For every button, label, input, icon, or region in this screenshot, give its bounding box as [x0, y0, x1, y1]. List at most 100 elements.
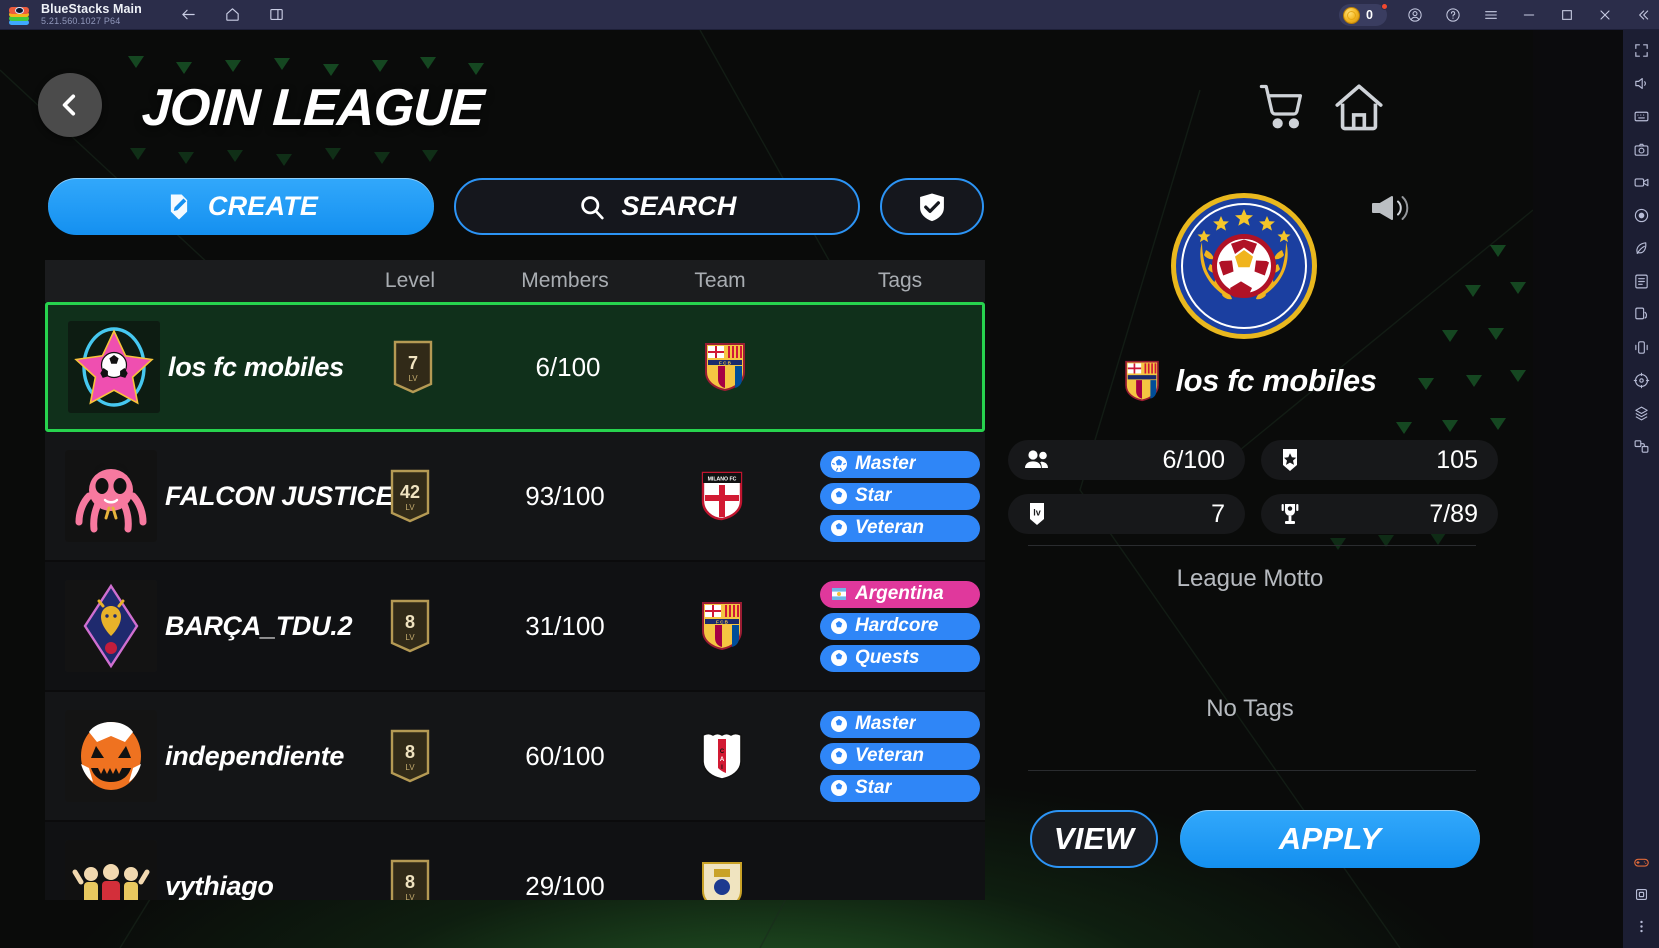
- table-row[interactable]: FALCON JUSTICE 42 LV 93/100 MILANO FC Ma…: [45, 432, 985, 562]
- more-icon[interactable]: [1631, 916, 1651, 936]
- table-row[interactable]: vythiago 8 LV 29/100: [45, 822, 985, 900]
- notification-dot: [1381, 3, 1388, 10]
- soccer-ball-icon: [830, 617, 848, 635]
- celebration-avatar: [65, 840, 157, 900]
- table-row[interactable]: independiente 8 LV 60/100 C A I Master V…: [45, 692, 985, 822]
- window-title-block: BlueStacks Main 5.21.560.1027 P64: [41, 2, 142, 27]
- level-badge: 8 LV: [390, 729, 430, 783]
- league-name: vythiago: [165, 870, 274, 901]
- soccer-ball-icon: [830, 779, 848, 797]
- column-header-tags: Tags: [877, 269, 923, 292]
- svg-text:8: 8: [405, 742, 415, 762]
- create-button[interactable]: CREATE: [48, 178, 434, 235]
- tag: Hardcore: [820, 612, 980, 640]
- column-header-members: Members: [521, 269, 609, 292]
- column-header-level: Level: [384, 269, 436, 292]
- bluestacks-logo-icon: [9, 5, 31, 25]
- back-icon[interactable]: [180, 6, 198, 24]
- coin-count: 0: [1366, 8, 1373, 22]
- svg-text:LV: LV: [405, 763, 415, 772]
- tag-label: Quests: [855, 647, 920, 668]
- macro-record-icon[interactable]: [1631, 205, 1651, 225]
- maximize-icon[interactable]: [1557, 5, 1577, 25]
- soccer-ball-icon: [830, 519, 848, 537]
- shopping-cart-icon[interactable]: [1256, 80, 1308, 132]
- column-header-team: Team: [694, 269, 746, 292]
- divider: [1028, 770, 1476, 771]
- tag-label: Argentina: [855, 583, 944, 604]
- bluestacks-window: BlueStacks Main 5.21.560.1027 P64 0 JOIN…: [0, 0, 1659, 948]
- league-rows[interactable]: los fc mobiles 7 LV 6/100 F C B FALCON J…: [45, 302, 985, 900]
- apply-button[interactable]: APPLY: [1180, 810, 1480, 868]
- stat-value: 7/89: [1429, 499, 1478, 528]
- eco-mode-icon[interactable]: [1631, 238, 1651, 258]
- multi-instance-manager-icon[interactable]: [1631, 403, 1651, 423]
- level-icon: lv: [1022, 500, 1052, 528]
- menu-icon[interactable]: [1481, 5, 1501, 25]
- cai-crest: C A I: [700, 731, 744, 781]
- video-record-icon[interactable]: [1631, 172, 1651, 192]
- member-count: 93/100: [525, 480, 605, 511]
- action-buttons: CREATE SEARCH: [48, 178, 984, 235]
- titlebar-controls: 0: [1339, 0, 1653, 30]
- close-icon[interactable]: [1595, 5, 1615, 25]
- rotate-icon[interactable]: [1631, 304, 1651, 324]
- soccer-ball-icon: [830, 747, 848, 765]
- milano-fc-crest: MILANO FC: [700, 471, 744, 521]
- fullscreen-icon[interactable]: [1631, 40, 1651, 60]
- svg-text:A: A: [720, 757, 725, 763]
- search-button[interactable]: SEARCH: [454, 178, 860, 235]
- table-row[interactable]: BARÇA_TDU.2 8 LV 31/100 F C B Argentina …: [45, 562, 985, 692]
- member-count: 60/100: [525, 740, 605, 771]
- multi-instance-icon[interactable]: [268, 6, 286, 24]
- league-list-panel: Level Members Team Tags los fc mobiles 7…: [45, 260, 985, 900]
- tag: Master: [820, 450, 980, 478]
- volume-icon[interactable]: [1631, 73, 1651, 93]
- sync-operations-icon[interactable]: [1631, 436, 1651, 456]
- svg-text:C: C: [720, 749, 725, 755]
- app-version: 5.21.560.1027 P64: [41, 15, 121, 26]
- shake-icon[interactable]: [1631, 337, 1651, 357]
- svg-text:MILANO FC: MILANO FC: [708, 477, 737, 483]
- help-icon[interactable]: [1443, 5, 1463, 25]
- home-button[interactable]: [1330, 78, 1388, 136]
- soccer-ball-icon: [830, 455, 848, 473]
- location-icon[interactable]: [1631, 370, 1651, 390]
- table-header: Level Members Team Tags: [45, 260, 985, 302]
- soccer-ball-icon: [830, 649, 848, 667]
- tag: Quests: [820, 644, 980, 672]
- check-shield-icon: [920, 193, 944, 221]
- level-value: 7: [408, 353, 418, 373]
- trim-memory-icon[interactable]: [1631, 884, 1651, 904]
- stat-value: 6/100: [1162, 445, 1225, 474]
- soccer-ball-icon: [830, 715, 848, 733]
- minimize-icon[interactable]: [1519, 5, 1539, 25]
- create-label: CREATE: [207, 191, 319, 221]
- tag: Star: [820, 482, 980, 510]
- blue-diamond-lion-avatar: [65, 580, 157, 672]
- league-name: independiente: [165, 740, 345, 771]
- screenshot-icon[interactable]: [1631, 139, 1651, 159]
- view-button[interactable]: VIEW: [1030, 810, 1158, 868]
- stat-trophies: 7/89: [1261, 494, 1498, 534]
- gamepad-icon[interactable]: [1631, 852, 1651, 872]
- fcb-crest: [1123, 360, 1161, 402]
- keyboard-controls-icon[interactable]: [1631, 106, 1651, 126]
- fcb-crest: F C B: [700, 601, 744, 651]
- svg-text:F C B: F C B: [716, 619, 729, 624]
- table-row[interactable]: los fc mobiles 7 LV 6/100 F C B: [45, 302, 985, 432]
- back-chevron-icon: [62, 94, 76, 116]
- stat-value: 7: [1211, 499, 1225, 528]
- svg-text:8: 8: [405, 612, 415, 632]
- collapse-sidebar-icon[interactable]: [1633, 5, 1653, 25]
- tag: Star: [820, 774, 980, 802]
- stat-value: 105: [1436, 445, 1478, 474]
- filter-check-button[interactable]: [880, 178, 984, 235]
- coin-counter[interactable]: 0: [1339, 3, 1388, 26]
- members-icon: [1022, 446, 1052, 474]
- sidebar-bottom: [1631, 852, 1651, 948]
- script-icon[interactable]: [1631, 271, 1651, 291]
- home-icon[interactable]: [224, 6, 242, 24]
- back-button[interactable]: [38, 73, 102, 137]
- account-icon[interactable]: [1405, 5, 1425, 25]
